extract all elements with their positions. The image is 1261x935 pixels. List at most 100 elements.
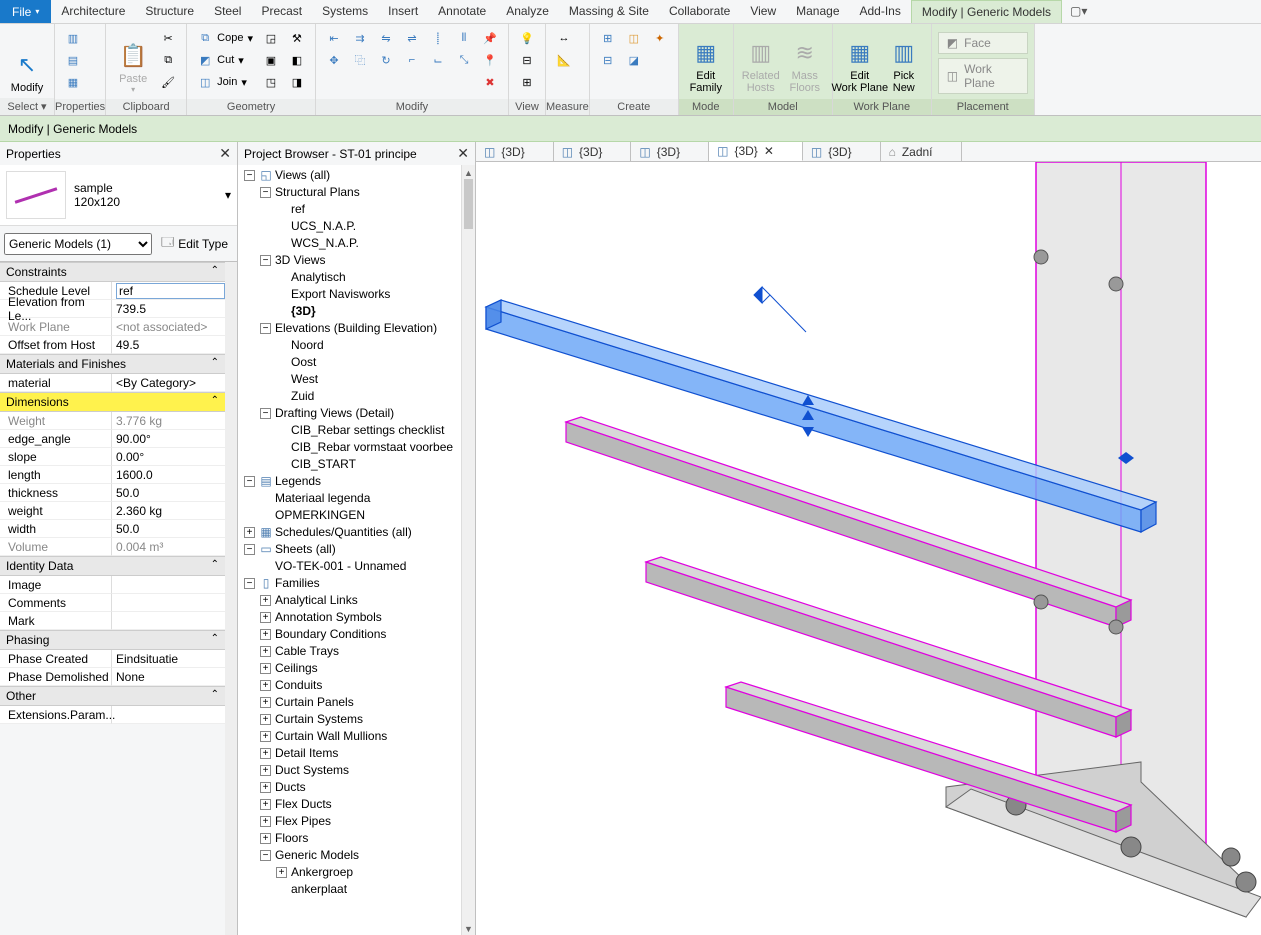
node-views[interactable]: Views (all)	[275, 168, 330, 182]
3d-canvas[interactable]	[476, 162, 1261, 935]
align-button[interactable]: ⇤	[322, 28, 346, 48]
file-menu[interactable]: File	[0, 0, 51, 23]
measure-2[interactable]: 📐	[552, 50, 576, 70]
toggle-gm-a[interactable]: +	[276, 867, 287, 878]
node-fam-4[interactable]: Ceilings	[275, 661, 318, 675]
menu-architecture[interactable]: Architecture	[51, 0, 135, 23]
cut-clip-button[interactable]: ✂	[156, 28, 180, 48]
toggle-fam[interactable]: −	[244, 578, 255, 589]
v-width[interactable]: 50.0	[112, 520, 225, 538]
node-wcs[interactable]: WCS_N.A.P.	[291, 236, 359, 250]
menu-collaborate[interactable]: Collaborate	[659, 0, 740, 23]
trim2-button[interactable]: ⌙	[426, 50, 450, 70]
browser-close[interactable]: ✕	[457, 145, 469, 162]
node-elev[interactable]: Elevations (Building Elevation)	[275, 321, 437, 335]
section-constraints[interactable]: Constraints⌃	[0, 262, 225, 282]
pick-new-button[interactable]: ▥ Pick New	[883, 26, 925, 96]
join-button[interactable]: ◫Join ▾	[193, 72, 257, 92]
node-oost[interactable]: Oost	[291, 355, 316, 369]
toggle-fam-14[interactable]: +	[260, 833, 271, 844]
node-3d[interactable]: 3D Views	[275, 253, 325, 267]
copy-button[interactable]: ⿻	[348, 50, 372, 70]
view-1[interactable]: 💡	[515, 28, 539, 48]
node-fam-0[interactable]: Analytical Links	[275, 593, 358, 607]
section-materials[interactable]: Materials and Finishes⌃	[0, 354, 225, 374]
viewtab-close[interactable]: ✕	[764, 144, 774, 158]
geom-1[interactable]: ◲	[259, 28, 283, 48]
properties-small-2[interactable]: ▤	[61, 50, 85, 70]
properties-close[interactable]: ✕	[219, 145, 231, 162]
node-cib1[interactable]: CIB_Rebar settings checklist	[291, 423, 444, 437]
node-noord[interactable]: Noord	[291, 338, 324, 352]
scale-button[interactable]: ⤡	[452, 50, 476, 70]
node-fam-15[interactable]: Generic Models	[275, 848, 359, 862]
edit-type-button[interactable]: 🗔Edit Type	[156, 230, 233, 257]
toggle-fam-2[interactable]: +	[260, 629, 271, 640]
toggle-sp[interactable]: −	[260, 187, 271, 198]
section-phasing[interactable]: Phasing⌃	[0, 630, 225, 650]
move-button[interactable]: ✥	[322, 50, 346, 70]
geom-4[interactable]: ⚒	[285, 28, 309, 48]
browser-scrollbar[interactable]: ▲▼	[461, 165, 475, 935]
trim-button[interactable]: ⌐	[400, 50, 424, 70]
geom-3[interactable]: ◳	[259, 72, 283, 92]
v-phasec[interactable]: Eindsituatie	[112, 650, 225, 668]
menu-systems[interactable]: Systems	[312, 0, 378, 23]
menu-structure[interactable]: Structure	[135, 0, 204, 23]
toggle-draft[interactable]: −	[260, 408, 271, 419]
create-4[interactable]: ◪	[622, 50, 646, 70]
unpin-button[interactable]: 📍	[478, 50, 502, 70]
edit-family-button[interactable]: ▦ Edit Family	[685, 26, 727, 96]
node-fam-9[interactable]: Detail Items	[275, 746, 338, 760]
viewtab-1[interactable]: ◫{3D}	[554, 142, 632, 161]
v-image[interactable]	[112, 576, 225, 594]
viewtab-4[interactable]: ◫{3D}	[803, 142, 881, 161]
toggle-legends[interactable]: −	[244, 476, 255, 487]
toggle-fam-7[interactable]: +	[260, 714, 271, 725]
node-sheet1[interactable]: VO-TEK-001 - Unnamed	[275, 559, 406, 573]
v-offset[interactable]: 49.5	[112, 336, 225, 354]
place-face-button[interactable]: ◩Face	[938, 32, 1028, 54]
v-material[interactable]: <By Category>	[112, 374, 225, 392]
split-button[interactable]: ⸽	[426, 28, 450, 48]
node-fam-10[interactable]: Duct Systems	[275, 763, 349, 777]
properties-small-1[interactable]: ▥	[61, 28, 85, 48]
matchtype-button[interactable]: 🖌	[156, 72, 180, 92]
node-fam-6[interactable]: Curtain Panels	[275, 695, 354, 709]
v-ext[interactable]	[112, 706, 225, 724]
properties-small-3[interactable]: ▦	[61, 72, 85, 92]
array-button[interactable]: ⫴	[452, 28, 476, 48]
node-fam-7[interactable]: Curtain Systems	[275, 712, 363, 726]
measure-1[interactable]: ↔	[552, 28, 576, 48]
v-weight[interactable]: 2.360 kg	[112, 502, 225, 520]
node-exp[interactable]: Export Navisworks	[291, 287, 390, 301]
menu-massing[interactable]: Massing & Site	[559, 0, 659, 23]
node-sched[interactable]: Schedules/Quantities (all)	[275, 525, 412, 539]
node-fam-11[interactable]: Ducts	[275, 780, 306, 794]
v-elev[interactable]: 739.5	[112, 300, 225, 318]
toggle-fam-12[interactable]: +	[260, 799, 271, 810]
toggle-fam-13[interactable]: +	[260, 816, 271, 827]
v-comments[interactable]	[112, 594, 225, 612]
node-3d-active[interactable]: {3D}	[291, 304, 316, 318]
create-5[interactable]: ✦	[648, 28, 672, 48]
node-matleg[interactable]: Materiaal legenda	[275, 491, 370, 505]
node-sp[interactable]: Structural Plans	[275, 185, 360, 199]
section-dimensions[interactable]: Dimensions⌃	[0, 392, 225, 412]
v-length[interactable]: 1600.0	[112, 466, 225, 484]
toggle-fam-4[interactable]: +	[260, 663, 271, 674]
toggle-sched[interactable]: +	[244, 527, 255, 538]
cope-button[interactable]: ⧉Cope ▾	[193, 28, 257, 48]
node-ana[interactable]: Analytisch	[291, 270, 346, 284]
mirror-draw-button[interactable]: ⇌	[400, 28, 424, 48]
menu-view[interactable]: View	[740, 0, 786, 23]
pin-button[interactable]: 📌	[478, 28, 502, 48]
node-fam-8[interactable]: Curtain Wall Mullions	[275, 729, 387, 743]
menu-precast[interactable]: Precast	[251, 0, 312, 23]
rotate-button[interactable]: ↻	[374, 50, 398, 70]
menu-addins[interactable]: Add-Ins	[850, 0, 911, 23]
toggle-fam-8[interactable]: +	[260, 731, 271, 742]
node-fam-1[interactable]: Annotation Symbols	[275, 610, 382, 624]
viewtab-0[interactable]: ◫{3D}	[476, 142, 554, 161]
node-draft[interactable]: Drafting Views (Detail)	[275, 406, 394, 420]
